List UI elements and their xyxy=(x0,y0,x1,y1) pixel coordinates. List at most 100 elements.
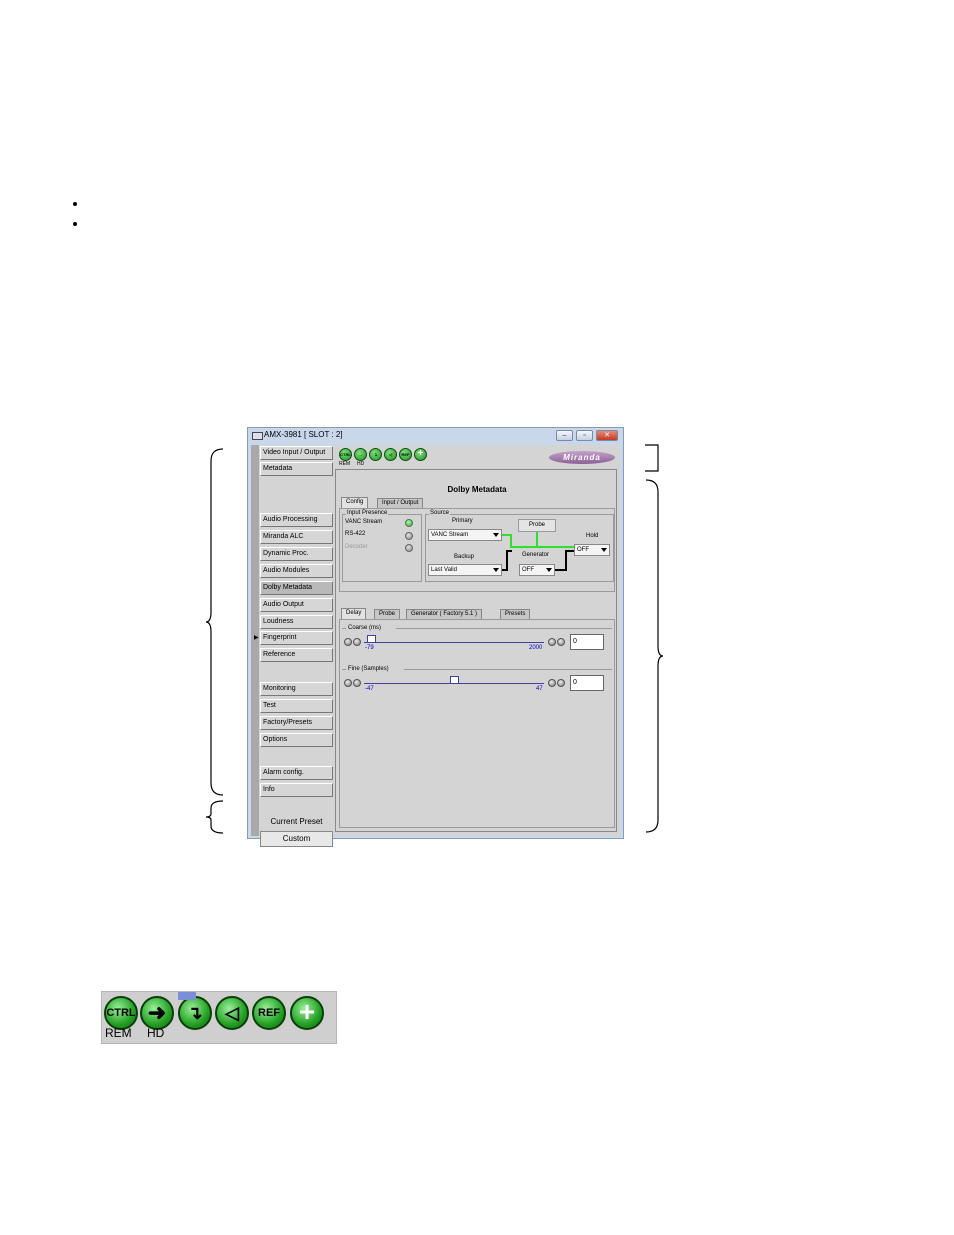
separator xyxy=(396,628,612,629)
left-brace-preset xyxy=(205,800,224,834)
chevron-down-icon xyxy=(601,548,607,552)
nav-item-miranda-alc[interactable]: Miranda ALC xyxy=(260,530,333,544)
coarse-slider-thumb[interactable] xyxy=(366,635,376,643)
right-brace-toolbar xyxy=(645,444,659,472)
nav-item-monitoring[interactable]: Monitoring xyxy=(260,682,333,696)
coarse-min-label: -79 xyxy=(365,645,374,651)
nav-item-test[interactable]: Test xyxy=(260,699,333,713)
speaker-icon: ◁ xyxy=(215,996,249,1030)
fine-slider-group: Fine (Samples) -47 47 0 xyxy=(340,665,620,695)
bullet-dot xyxy=(73,202,77,206)
rem-label: REM xyxy=(105,1026,132,1040)
route-line xyxy=(506,550,512,552)
tab-probe[interactable]: Probe xyxy=(374,609,401,619)
fine-step-up-fast[interactable] xyxy=(557,679,565,687)
fine-slider-thumb[interactable] xyxy=(450,676,459,684)
input-arrow-icon: ↴ xyxy=(178,992,212,1030)
ref-icon: REF xyxy=(252,996,286,1030)
route-line xyxy=(565,550,574,552)
source-label: Source xyxy=(429,510,451,516)
nav-item-dynamic-proc[interactable]: Dynamic Proc. xyxy=(260,547,333,561)
nav-item-metadata[interactable]: Metadata xyxy=(260,462,333,476)
separator xyxy=(342,669,346,670)
coarse-slider-track[interactable] xyxy=(364,642,544,643)
nav-item-loudness[interactable]: Loudness xyxy=(260,615,333,629)
input-arrow-icon[interactable]: ↴ xyxy=(369,448,382,461)
probe-button[interactable]: Probe xyxy=(518,519,556,532)
chevron-down-icon xyxy=(546,568,552,572)
fine-step-up[interactable] xyxy=(548,679,556,687)
decoder-led xyxy=(405,544,413,552)
hd-label: HD xyxy=(147,1026,165,1040)
nav-item-audio-processing[interactable]: Audio Processing xyxy=(260,513,333,527)
decoder-label: Decoder xyxy=(345,544,368,550)
minimize-button[interactable]: – xyxy=(556,430,573,441)
tab-generator[interactable]: Generator ( Factory 5.1 ) xyxy=(406,609,483,619)
panel-title: Dolby Metadata xyxy=(447,485,507,494)
tab-input-output[interactable]: Input / Output xyxy=(377,498,424,508)
nav-item-fingerprint[interactable]: Fingerprint xyxy=(260,631,333,645)
fine-step-down[interactable] xyxy=(353,679,361,687)
backup-label: Backup xyxy=(454,554,475,560)
coarse-step-up[interactable] xyxy=(548,638,556,646)
miranda-logo: Miranda xyxy=(549,451,615,464)
vanc-stream-led xyxy=(405,519,413,527)
route-line xyxy=(506,550,508,571)
plus-icon[interactable]: + xyxy=(414,448,427,461)
right-brace-panel xyxy=(645,479,664,833)
tab-presets[interactable]: Presets xyxy=(500,609,531,619)
arrow-right-icon: ➜ xyxy=(140,996,174,1030)
nav-item-audio-modules[interactable]: Audio Modules xyxy=(260,564,333,578)
expand-arrow-icon: ▶ xyxy=(254,635,259,641)
nav-item-info[interactable]: Info xyxy=(260,783,333,797)
source-group: Source Primary VANC Stream Probe Hold OF… xyxy=(425,510,614,582)
ref-icon[interactable]: REF xyxy=(399,448,412,461)
fine-value-input[interactable]: 0 xyxy=(570,675,604,691)
title-bar: AMX-3981 [ SLOT : 2] – ▫ ✕ xyxy=(248,428,623,444)
coarse-value-input[interactable]: 0 xyxy=(570,634,604,650)
nav-item-factory-presets[interactable]: Factory/Presets xyxy=(260,716,333,730)
dolby-metadata-panel: Dolby Metadata Config Input / Output Inp… xyxy=(335,469,617,832)
route-line xyxy=(510,546,574,548)
coarse-max-label: 2000 xyxy=(529,645,543,651)
nav-item-options[interactable]: Options xyxy=(260,733,333,747)
hold-label: Hold xyxy=(586,533,599,539)
window-title: AMX-3981 [ SLOT : 2] xyxy=(264,430,343,439)
primary-select[interactable]: VANC Stream xyxy=(428,529,502,541)
backup-select-value: Last Valid xyxy=(431,567,457,573)
ctrl-icon[interactable]: CTRL xyxy=(339,448,352,461)
nav-item-video-input-output[interactable]: Video Input / Output xyxy=(260,446,333,460)
coarse-step-down-fast[interactable] xyxy=(344,638,352,646)
fine-min-label: -47 xyxy=(365,686,374,692)
coarse-step-down[interactable] xyxy=(353,638,361,646)
close-button[interactable]: ✕ xyxy=(596,430,618,441)
nav-item-alarm-config[interactable]: Alarm config. xyxy=(260,766,333,780)
hd-label: HD xyxy=(357,461,365,467)
generator-select[interactable]: OFF xyxy=(519,564,555,576)
separator xyxy=(404,669,612,670)
tab-config[interactable]: Config xyxy=(341,497,369,508)
input-presence-group: Input Presence VANC Stream RS-422 Decode… xyxy=(342,510,422,582)
generator-select-value: OFF xyxy=(522,567,534,573)
main-area: CTRL REM → HD ↴ ◁ REF + Miranda Dolby Me… xyxy=(335,445,620,836)
maximize-button[interactable]: ▫ xyxy=(576,430,593,441)
backup-select[interactable]: Last Valid xyxy=(428,564,502,576)
hold-select[interactable]: OFF xyxy=(574,544,610,556)
app-window: AMX-3981 [ SLOT : 2] – ▫ ✕ Video Input /… xyxy=(247,427,624,847)
hold-select-value: OFF xyxy=(577,547,589,553)
rs422-label: RS-422 xyxy=(345,531,366,537)
speaker-icon[interactable]: ◁ xyxy=(384,448,397,461)
status-toolbar: CTRL REM → HD ↴ ◁ REF + Miranda xyxy=(339,447,615,469)
nav-item-reference[interactable]: Reference xyxy=(260,648,333,662)
tab-delay[interactable]: Delay xyxy=(341,608,367,619)
coarse-step-up-fast[interactable] xyxy=(557,638,565,646)
arrow-right-icon[interactable]: → xyxy=(354,448,367,461)
separator xyxy=(342,628,346,629)
nav-item-dolby-metadata[interactable]: Dolby Metadata xyxy=(260,581,333,595)
input-presence-label: Input Presence xyxy=(346,510,389,516)
chevron-down-icon xyxy=(493,533,499,537)
plus-icon: + xyxy=(290,996,324,1030)
delay-tab-panel: Coarse (ms) -79 2000 0 Fine (Samples) -4… xyxy=(339,619,615,828)
nav-item-audio-output[interactable]: Audio Output xyxy=(260,598,333,612)
fine-step-down-fast[interactable] xyxy=(344,679,352,687)
